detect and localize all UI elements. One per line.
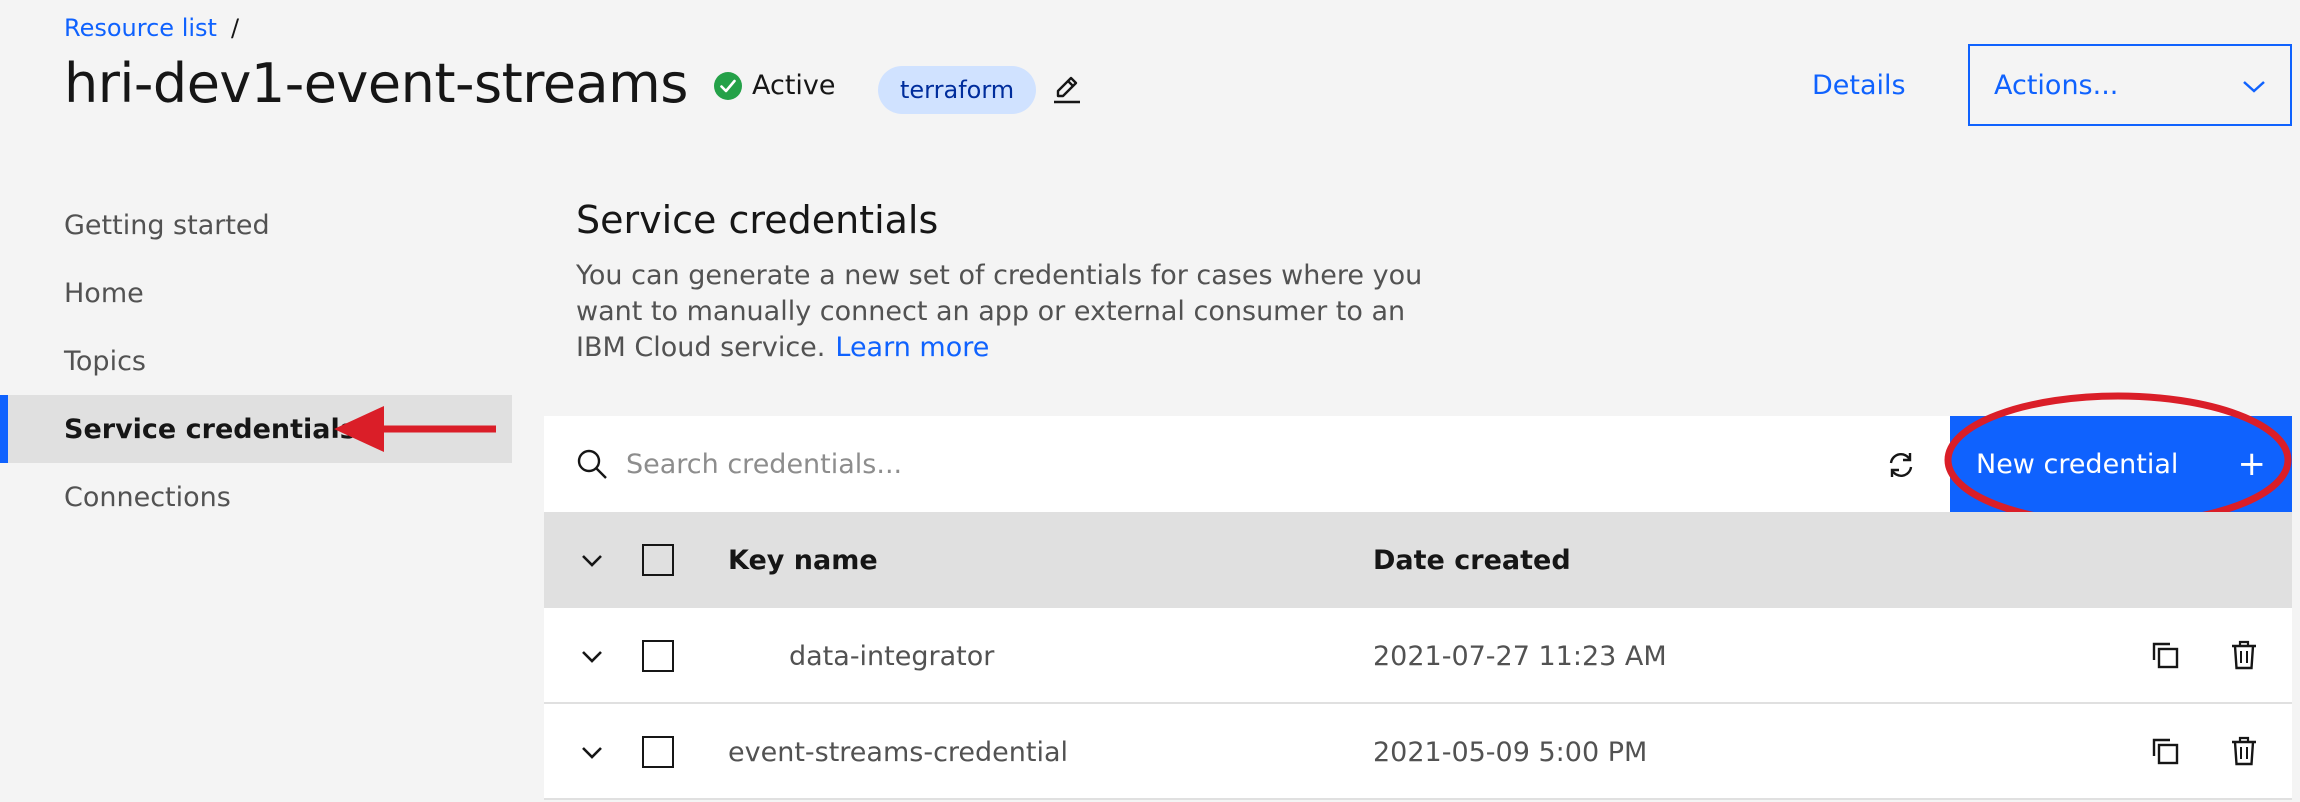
row-checkbox[interactable] xyxy=(642,640,674,672)
cell-key-name: data-integrator xyxy=(789,640,995,672)
table-row[interactable]: event-streams-credential 2021-05-09 5:00… xyxy=(544,704,2292,800)
breadcrumb-resource-list-link[interactable]: Resource list xyxy=(64,14,217,42)
learn-more-link[interactable]: Learn more xyxy=(835,332,989,363)
column-header-date-created[interactable]: Date created xyxy=(1373,512,1571,608)
status-label: Active xyxy=(752,70,836,101)
sidebar-item-getting-started[interactable]: Getting started xyxy=(0,191,512,259)
section-description-text: You can generate a new set of credential… xyxy=(576,260,1423,363)
edit-pencil-icon[interactable] xyxy=(1050,72,1084,106)
sidebar-item-label: Getting started xyxy=(64,209,270,241)
copy-icon[interactable] xyxy=(2148,734,2182,768)
annotation-arrow xyxy=(334,404,496,454)
cell-date-created: 2021-05-09 5:00 PM xyxy=(1373,736,1648,768)
sidebar-item-label: Service credentials xyxy=(64,413,356,445)
sidebar-item-label: Home xyxy=(64,277,144,309)
annotation-ellipse xyxy=(1942,390,2294,530)
copy-icon[interactable] xyxy=(2148,638,2182,672)
chevron-down-icon[interactable] xyxy=(578,642,606,670)
actions-dropdown[interactable]: Actions... xyxy=(1968,44,2292,126)
section-title: Service credentials xyxy=(576,198,939,242)
cell-key-name: event-streams-credential xyxy=(728,736,1069,768)
row-checkbox[interactable] xyxy=(642,736,674,768)
actions-label: Actions... xyxy=(1994,69,2119,101)
sidebar-item-label: Connections xyxy=(64,481,231,513)
trash-icon[interactable] xyxy=(2227,638,2261,672)
sidebar-item-label: Topics xyxy=(64,345,146,377)
select-all-checkbox[interactable] xyxy=(642,544,674,576)
sidebar-item-topics[interactable]: Topics xyxy=(0,327,512,395)
table-header: Key name Date created xyxy=(544,512,2292,608)
chevron-down-icon xyxy=(2242,70,2266,101)
breadcrumb-separator: / xyxy=(230,14,240,42)
trash-icon[interactable] xyxy=(2227,734,2261,768)
refresh-icon[interactable] xyxy=(1884,448,1918,482)
search-input[interactable] xyxy=(626,430,1826,498)
cell-date-created: 2021-07-27 11:23 AM xyxy=(1373,640,1667,672)
section-description: You can generate a new set of credential… xyxy=(576,258,1436,366)
table-row[interactable]: data-integrator 2021-07-27 11:23 AM xyxy=(544,608,2292,704)
sidebar-item-connections[interactable]: Connections xyxy=(0,463,512,531)
page-title: hri-dev1-event-streams xyxy=(64,52,688,115)
breadcrumb: Resource list / xyxy=(64,14,239,42)
chevron-down-icon[interactable] xyxy=(578,546,606,574)
search-icon xyxy=(576,448,608,480)
chevron-down-icon[interactable] xyxy=(578,738,606,766)
status-indicator: Active xyxy=(714,70,836,101)
check-icon xyxy=(714,71,742,100)
sidebar-item-home[interactable]: Home xyxy=(0,259,512,327)
details-link[interactable]: Details xyxy=(1812,70,1906,101)
column-header-key-name[interactable]: Key name xyxy=(728,512,878,608)
tag-badge[interactable]: terraform xyxy=(878,66,1037,114)
